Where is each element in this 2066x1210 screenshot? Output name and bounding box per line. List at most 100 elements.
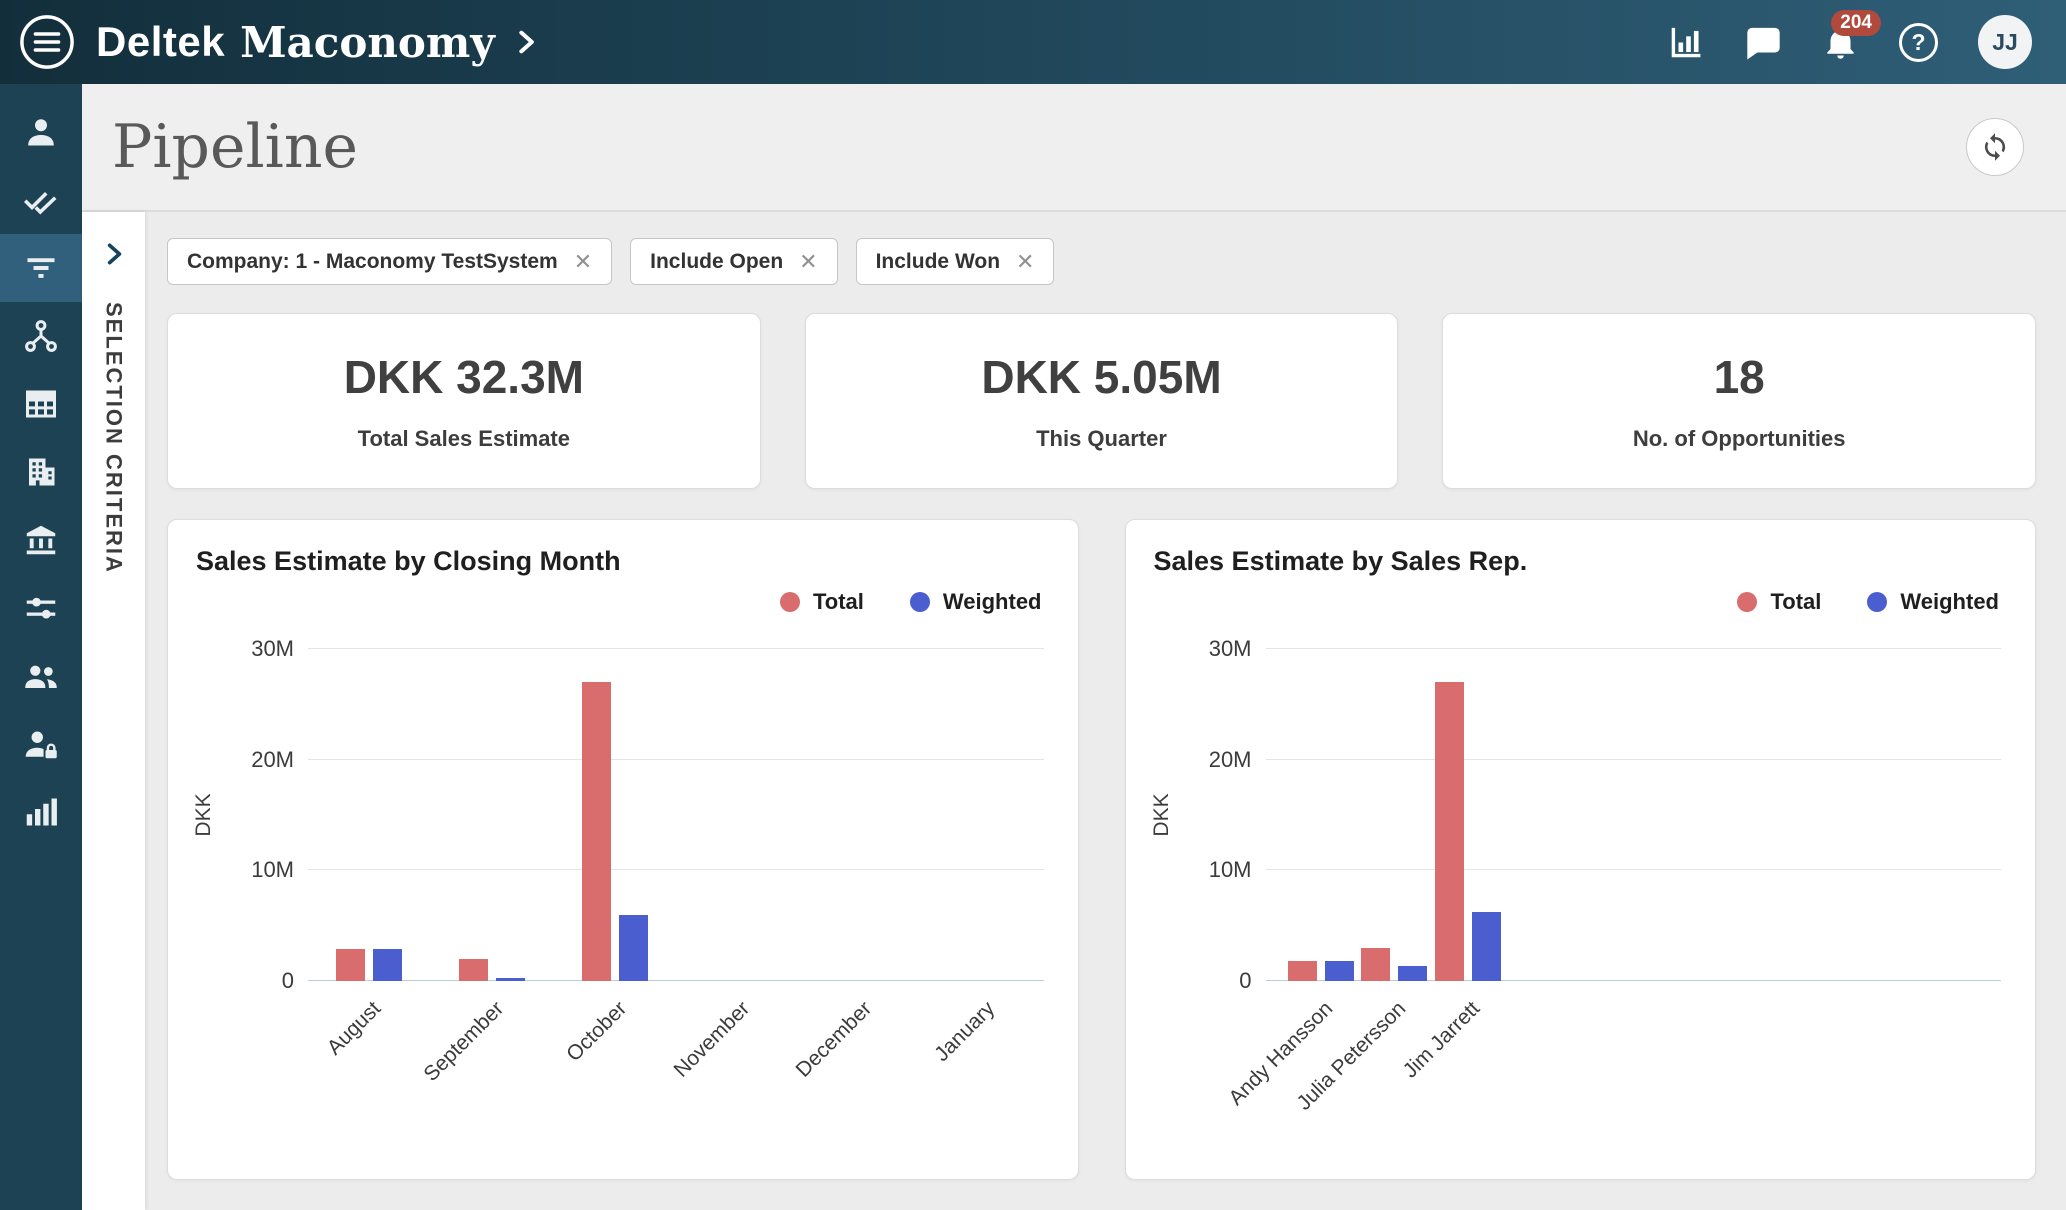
- legend-item-weighted[interactable]: Weighted: [1867, 589, 1999, 615]
- filter-chip[interactable]: Company: 1 - Maconomy TestSystem ✕: [167, 238, 612, 285]
- chart-legend: Total Weighted: [1154, 589, 2000, 615]
- bar-weighted-august: [373, 949, 402, 981]
- gridline: [1266, 759, 2002, 760]
- gridline: [1266, 869, 2002, 870]
- x-tick-label: Jim Jarrett: [1348, 997, 1485, 1134]
- sidebar-item-bank[interactable]: [0, 506, 82, 574]
- filter-chip-label: Include Won: [876, 250, 1000, 274]
- user-lock-icon: [23, 726, 59, 762]
- y-tick-label: 10M: [251, 858, 294, 882]
- filter-chip[interactable]: Include Won ✕: [856, 238, 1055, 285]
- page-content: Company: 1 - Maconomy TestSystem✕Include…: [145, 212, 2066, 1210]
- chat-icon: [1745, 24, 1782, 61]
- bar-total-andy-hansson: [1288, 961, 1317, 981]
- y-axis-label: DKK: [1150, 793, 1174, 836]
- chart-card-closing-month: Sales Estimate by Closing Month TotalWei…: [167, 519, 1079, 1180]
- refresh-icon: [1980, 132, 2010, 162]
- legend-item-total[interactable]: Total: [1737, 589, 1821, 615]
- bar-total-august: [336, 949, 365, 981]
- brand[interactable]: Deltek Maconomy: [96, 18, 540, 67]
- sidebar-item-filter[interactable]: [0, 234, 82, 302]
- content-row: SELECTION CRITERIA Company: 1 - Maconomy…: [82, 212, 2066, 1210]
- y-axis-label: DKK: [192, 793, 216, 836]
- chart-card-sales-rep: Sales Estimate by Sales Rep. Total Weight…: [1125, 519, 2037, 1180]
- legend-label: Weighted: [1900, 589, 1999, 615]
- kpi-cards: DKK 32.3MTotal Sales Estimate DKK 5.05M Th…: [167, 313, 2036, 489]
- filter-icon: [23, 250, 59, 286]
- chart-plot: DKK 010M20M30MAugustSeptemberOctoberNove…: [308, 649, 1044, 981]
- page-header: Pipeline: [82, 84, 2066, 212]
- sidebar-item-company[interactable]: [0, 438, 82, 506]
- legend-label: Total: [813, 589, 864, 615]
- chart-legend: Total Weighted: [196, 589, 1042, 615]
- gridline: [308, 980, 1044, 981]
- x-tick-label: October: [494, 997, 631, 1134]
- filter-chip-label: Company: 1 - Maconomy TestSystem: [187, 250, 558, 274]
- gridline: [308, 759, 1044, 760]
- selection-criteria-label: SELECTION CRITERIA: [101, 302, 127, 574]
- sidebar-item-hierarchy[interactable]: [0, 302, 82, 370]
- sidebar-item-user-lock[interactable]: [0, 710, 82, 778]
- kpi-label: No. of Opportunities: [1633, 426, 1846, 452]
- y-tick-label: 0: [1239, 969, 1251, 993]
- sidebar-item-double-check[interactable]: [0, 166, 82, 234]
- company-icon: [23, 454, 59, 490]
- hierarchy-icon: [23, 318, 59, 354]
- chip-close-icon[interactable]: ✕: [574, 249, 592, 275]
- filter-chip[interactable]: Include Open ✕: [630, 238, 837, 285]
- chip-close-icon[interactable]: ✕: [1016, 249, 1034, 275]
- bar-chart-icon: [23, 794, 59, 830]
- table-icon: [23, 386, 59, 422]
- people-icon: [23, 658, 59, 694]
- bar-weighted-jim-jarrett: [1472, 912, 1501, 981]
- kpi-card: DKK 32.3MTotal Sales Estimate: [167, 313, 761, 489]
- bar-weighted-andy-hansson: [1325, 961, 1354, 981]
- analytics-icon: [1668, 24, 1705, 61]
- chart-title: Sales Estimate by Sales Rep.: [1154, 546, 2008, 577]
- help-button[interactable]: ?: [1899, 23, 1938, 62]
- notifications-button[interactable]: 204: [1822, 24, 1859, 61]
- y-tick-label: 20M: [251, 748, 294, 772]
- bar-weighted-september: [496, 978, 525, 981]
- chip-close-icon[interactable]: ✕: [799, 249, 817, 275]
- legend-label: Weighted: [943, 589, 1042, 615]
- bar-weighted-julia-petersson: [1398, 966, 1427, 981]
- sidebar-item-table[interactable]: [0, 370, 82, 438]
- chat-button[interactable]: [1745, 24, 1782, 61]
- bar-total-october: [582, 682, 611, 981]
- kpi-label: This Quarter: [1036, 426, 1167, 452]
- hamburger-menu-icon: [18, 13, 76, 71]
- y-tick-label: 30M: [251, 637, 294, 661]
- kpi-value: DKK 32.3M: [344, 350, 584, 404]
- hamburger-menu-button[interactable]: [18, 13, 76, 71]
- bar-total-september: [459, 959, 488, 981]
- analytics-button[interactable]: [1668, 24, 1705, 61]
- sidebar: [0, 84, 82, 1210]
- y-tick-label: 30M: [1209, 637, 1252, 661]
- legend-item-weighted[interactable]: Weighted: [910, 589, 1042, 615]
- gridline: [1266, 648, 2002, 649]
- filter-chip-label: Include Open: [650, 250, 783, 274]
- brand-deltek: Deltek: [96, 18, 225, 66]
- page-title: Pipeline: [112, 112, 358, 182]
- refresh-button[interactable]: [1966, 118, 2024, 176]
- sidebar-item-sliders[interactable]: [0, 574, 82, 642]
- sidebar-item-bar-chart[interactable]: [0, 778, 82, 846]
- user-icon: [23, 114, 59, 150]
- kpi-card: 18No. of Opportunities: [1442, 313, 2036, 489]
- bank-icon: [23, 522, 59, 558]
- avatar[interactable]: JJ: [1978, 15, 2032, 69]
- notifications-badge: 204: [1831, 10, 1881, 37]
- y-tick-label: 20M: [1209, 748, 1252, 772]
- legend-item-total[interactable]: Total: [780, 589, 864, 615]
- app-root: Deltek Maconomy 204: [0, 0, 2066, 1210]
- expand-chevron-icon: [101, 241, 127, 267]
- kpi-value: DKK 5.05M: [981, 350, 1221, 404]
- header-actions: 204 ? JJ: [1668, 15, 2032, 69]
- expand-panel-button[interactable]: [94, 234, 134, 274]
- x-tick-label: November: [617, 997, 754, 1134]
- sidebar-item-people[interactable]: [0, 642, 82, 710]
- sidebar-item-user[interactable]: [0, 98, 82, 166]
- app-shell: Pipeline SELECTION CRITERIA Company: 1 -…: [0, 84, 2066, 1210]
- bar-total-julia-petersson: [1361, 948, 1390, 981]
